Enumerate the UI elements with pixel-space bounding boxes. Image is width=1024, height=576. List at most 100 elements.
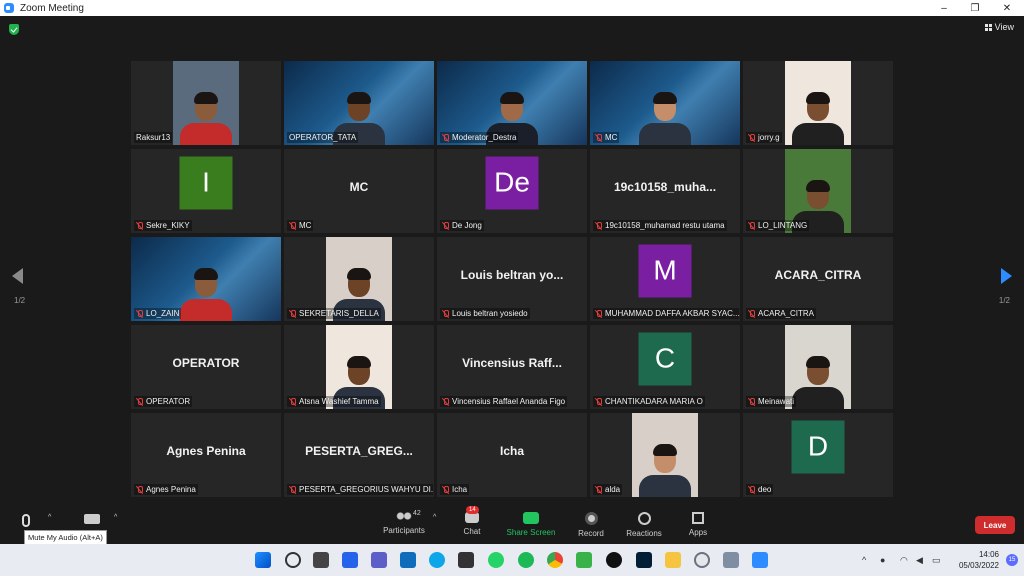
participant-tile[interactable]: MC MC: [284, 149, 434, 233]
teams-chat-icon[interactable]: [371, 552, 387, 568]
participant-name-label: CHANTIKADARA MARIA O: [593, 396, 705, 407]
participant-tile[interactable]: De De Jong: [437, 149, 587, 233]
microphone-tray-icon[interactable]: ●: [880, 555, 885, 565]
participant-tile[interactable]: 19c10158_muha... 19c10158_muhamad restu u…: [590, 149, 740, 233]
participant-name-label: Vincensius Raffael Ananda Figo: [440, 396, 568, 407]
widgets-icon[interactable]: [342, 552, 358, 568]
minimize-button[interactable]: –: [929, 0, 959, 16]
encryption-shield-icon[interactable]: [9, 24, 19, 35]
restore-button[interactable]: ❐: [960, 0, 990, 16]
audio-options-chevron-icon[interactable]: ^: [48, 514, 51, 521]
reactions-button[interactable]: Reactions: [624, 510, 664, 538]
mute-button[interactable]: [22, 512, 30, 531]
participant-display-name: PESERTA_GREG...: [305, 444, 413, 459]
muted-microphone-icon: [748, 221, 756, 230]
participant-tile[interactable]: Moderator_Destra: [437, 61, 587, 145]
participant-name: PESERTA_GREGORIUS WAHYU DI...: [299, 485, 433, 494]
participant-tile[interactable]: Vincensius Raff... Vincensius Raffael Ana…: [437, 325, 587, 409]
participant-tile[interactable]: MC: [590, 61, 740, 145]
participants-options-chevron-icon[interactable]: ^: [433, 514, 436, 521]
participant-tile[interactable]: Louis beltran yo... Louis beltran yosiedo: [437, 237, 587, 321]
participants-icon: [395, 512, 413, 522]
participant-tile[interactable]: jorry.g: [743, 61, 893, 145]
view-label: View: [994, 22, 1014, 32]
chat-unread-badge: 14: [466, 506, 479, 514]
participant-avatar: C: [638, 332, 692, 386]
reactions-label: Reactions: [626, 529, 662, 538]
line-app-icon[interactable]: [576, 552, 592, 568]
participant-video: [173, 61, 239, 145]
muted-microphone-icon: [442, 485, 450, 494]
mail-icon[interactable]: [400, 552, 416, 568]
view-button[interactable]: View: [984, 22, 1014, 32]
participant-tile[interactable]: I Sekre_KIKY: [131, 149, 281, 233]
store-icon[interactable]: [458, 552, 474, 568]
participant-tile[interactable]: Raksur13: [131, 61, 281, 145]
participant-tile[interactable]: Icha Icha: [437, 413, 587, 497]
taskbar-clock[interactable]: 14:06 05/03/2022: [959, 549, 999, 571]
participant-name: 19c10158_muhamad restu utama: [605, 221, 725, 230]
xbox-icon[interactable]: [606, 552, 622, 568]
video-button[interactable]: [84, 512, 100, 528]
video-options-chevron-icon[interactable]: ^: [114, 514, 117, 521]
spotify-icon[interactable]: [518, 552, 534, 568]
share-screen-button[interactable]: Share Screen: [506, 510, 556, 537]
task-view-icon[interactable]: [313, 552, 329, 568]
photoshop-icon[interactable]: [636, 552, 652, 568]
participant-tile[interactable]: Atsna Washief Tamma: [284, 325, 434, 409]
participant-display-name: MC: [349, 180, 369, 195]
close-button[interactable]: ✕: [992, 0, 1022, 16]
whatsapp-icon[interactable]: [488, 552, 504, 568]
file-explorer-icon[interactable]: [665, 552, 681, 568]
participant-video: [632, 413, 698, 497]
participant-tile[interactable]: LO_LINTANG: [743, 149, 893, 233]
muted-microphone-icon: [442, 221, 450, 230]
participant-name-label: Sekre_KIKY: [134, 220, 192, 231]
chat-label: Chat: [463, 527, 481, 536]
participant-name: ACARA_CITRA: [758, 309, 815, 318]
participant-tile[interactable]: Agnes Penina Agnes Penina: [131, 413, 281, 497]
participant-tile[interactable]: LO_ZAIN: [131, 237, 281, 321]
speaker-icon[interactable]: ◀: [916, 555, 923, 566]
zoom-taskbar-icon[interactable]: [752, 552, 768, 568]
leave-button[interactable]: Leave: [975, 516, 1015, 534]
participant-name: LO_LINTANG: [758, 221, 808, 230]
participant-tile[interactable]: Meinawati: [743, 325, 893, 409]
muted-microphone-icon: [442, 309, 450, 318]
participant-tile[interactable]: C CHANTIKADARA MARIA O: [590, 325, 740, 409]
settings-gear-icon[interactable]: [694, 552, 710, 568]
chat-button[interactable]: 14 Chat: [458, 506, 486, 536]
next-page-arrow-icon[interactable]: [1001, 268, 1012, 284]
muted-microphone-icon: [595, 397, 603, 406]
record-button[interactable]: Record: [575, 510, 607, 538]
participant-tile[interactable]: SEKRETARIS_DELLA: [284, 237, 434, 321]
muted-microphone-icon: [595, 221, 603, 230]
start-menu-icon[interactable]: [255, 552, 271, 568]
chrome-icon[interactable]: [547, 552, 563, 568]
participant-tile[interactable]: PESERTA_GREG... PESERTA_GREGORIUS WAHYU D…: [284, 413, 434, 497]
participant-tile[interactable]: alda: [590, 413, 740, 497]
meeting-toolbar: ^ ^ 42 Participants ^ 14 Chat Share Scre…: [0, 506, 1024, 544]
participants-button[interactable]: 42 Participants: [379, 510, 429, 535]
participant-tile[interactable]: Ddeo: [743, 413, 893, 497]
wifi-icon[interactable]: ◠: [900, 555, 908, 566]
search-icon[interactable]: [285, 552, 301, 568]
participant-tile[interactable]: M MUHAMMAD DAFFA AKBAR SYAC...: [590, 237, 740, 321]
control-panel-icon[interactable]: [723, 552, 739, 568]
participant-tile[interactable]: ACARA_CITRA ACARA_CITRA: [743, 237, 893, 321]
muted-microphone-icon: [595, 133, 603, 142]
participant-display-name: OPERATOR: [172, 356, 240, 371]
apps-button[interactable]: Apps: [685, 510, 711, 537]
participant-name-label: Louis beltran yosiedo: [440, 308, 530, 319]
notification-badge[interactable]: 15: [1006, 554, 1018, 566]
edge-browser-icon[interactable]: [429, 552, 445, 568]
windows-taskbar: ^ ● ◠ ◀ ▭ 14:06 05/03/2022 15: [0, 544, 1024, 576]
previous-page-arrow-icon[interactable]: [12, 268, 23, 284]
participant-tile[interactable]: OPERATOR_TATA: [284, 61, 434, 145]
participant-name-label: LO_LINTANG: [746, 220, 810, 231]
show-hidden-icons-chevron-icon[interactable]: ^: [862, 555, 866, 565]
participant-tile[interactable]: OPERATOR OPERATOR: [131, 325, 281, 409]
battery-icon[interactable]: ▭: [932, 555, 941, 566]
participant-name: Icha: [452, 485, 468, 494]
apps-icon: [692, 512, 704, 524]
